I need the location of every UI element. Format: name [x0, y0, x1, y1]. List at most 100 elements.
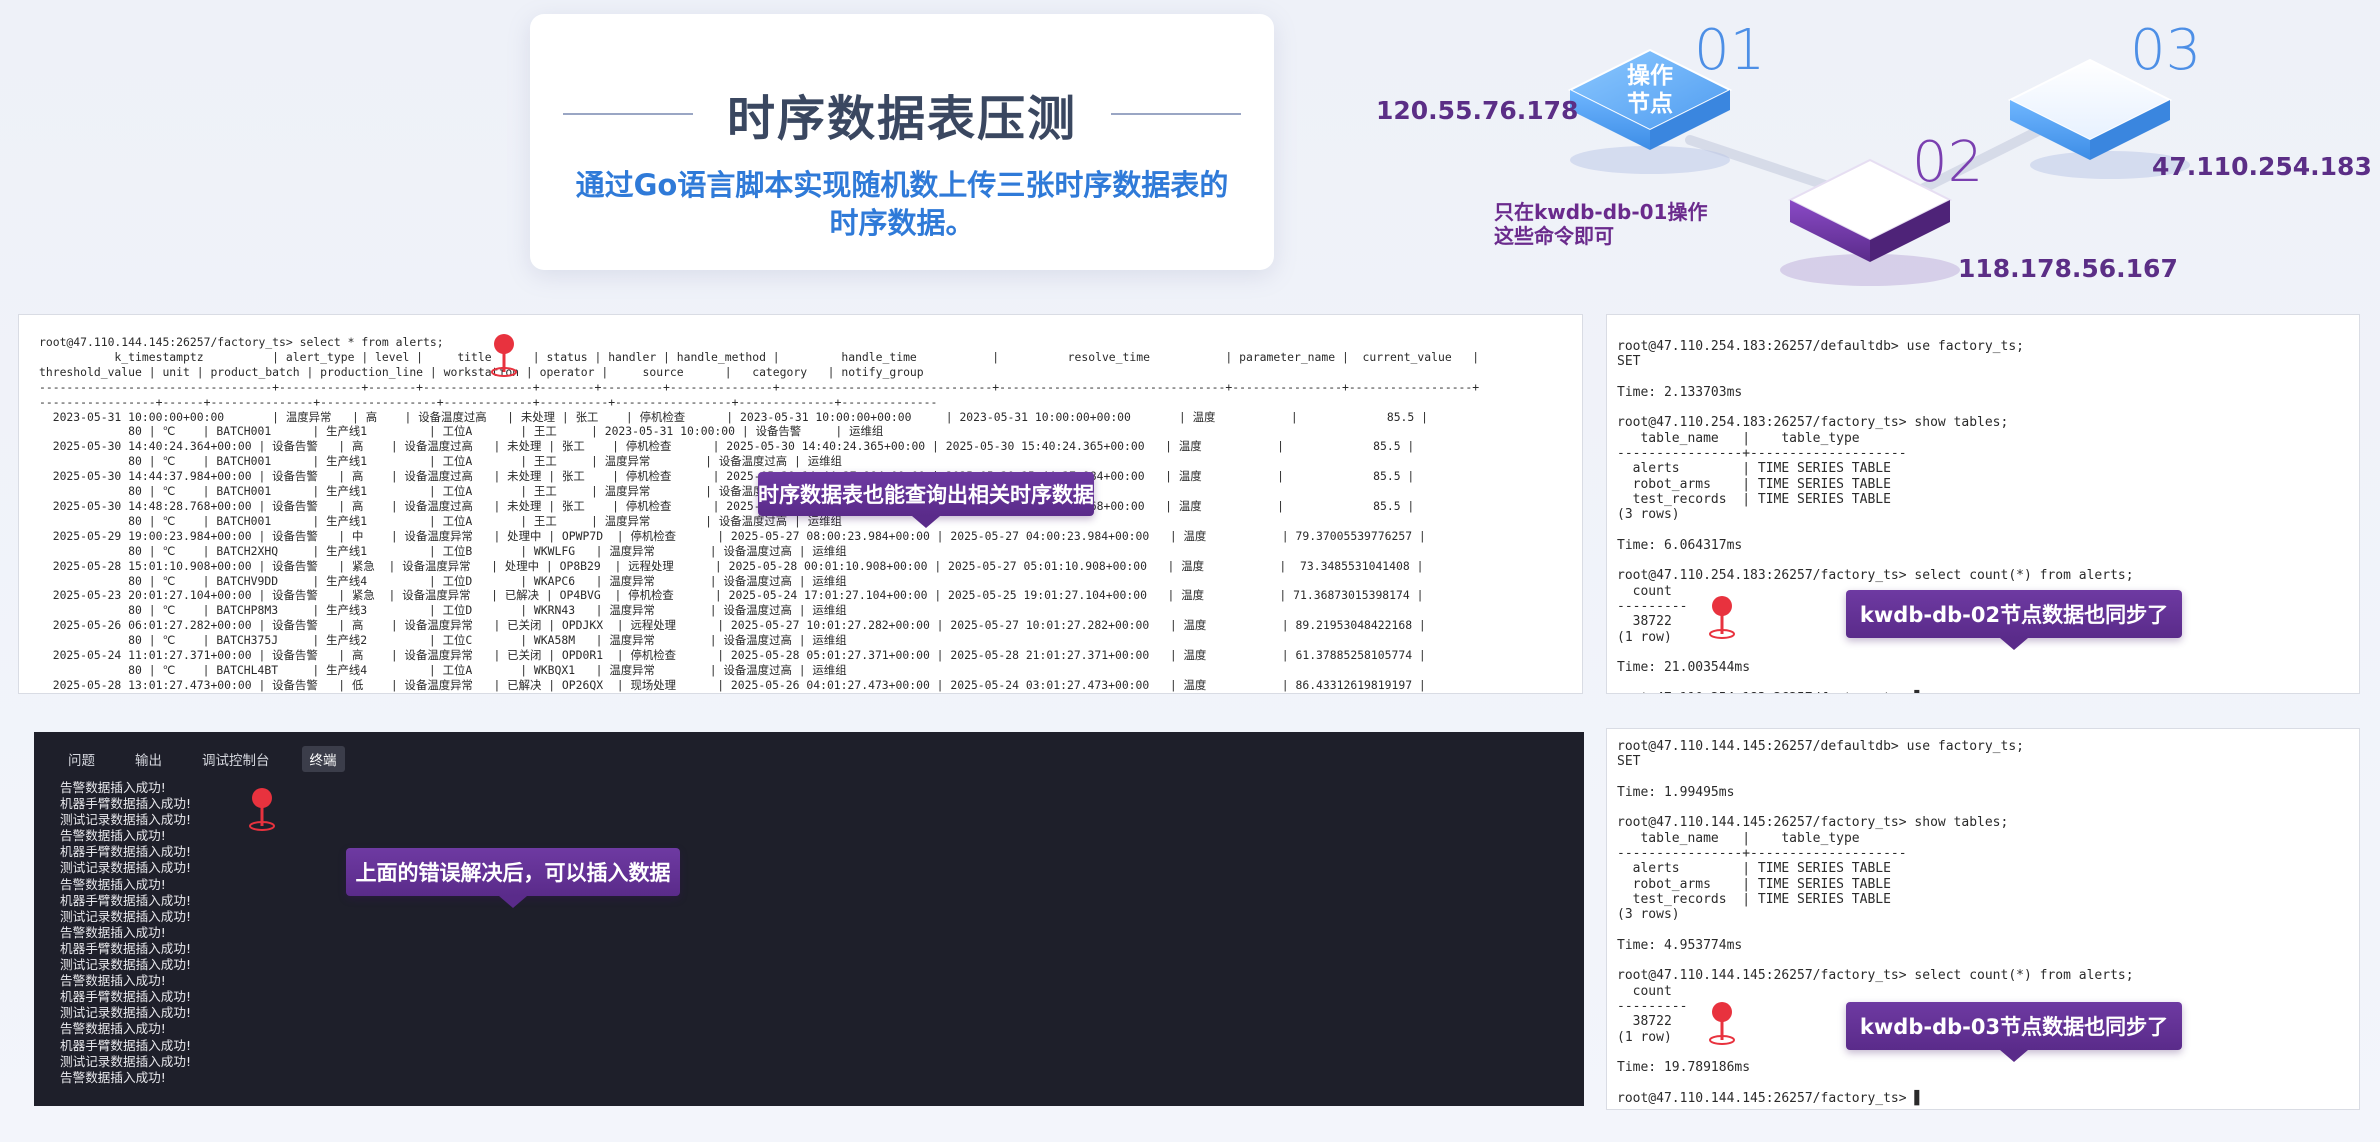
alerts-terminal-line: 2025-05-26 06:01:27.282+00:00 | 设备告警 | 高…	[39, 618, 1426, 633]
node-01-note: 只在kwdb-db-01操作 这些命令即可	[1494, 200, 1707, 248]
node03-terminal-line: table_name | table_type	[1617, 830, 1860, 846]
node03-terminal-line: count	[1617, 983, 1672, 999]
alerts-terminal-line: 80 | ℃ | BATCHV9DD | 生产线4 | 工位D | WKAPC6…	[39, 573, 847, 588]
insert-log-line: 测试记录数据插入成功!	[60, 812, 191, 828]
insert-log-line: 测试记录数据插入成功!	[60, 908, 191, 924]
page-subtitle: 通过Go语言脚本实现随机数上传三张时序数据表的时序数据。	[575, 168, 1229, 240]
node03-terminal-line: Time: 4.953774ms	[1617, 937, 1743, 953]
cluster-topology: 01 02 03 操作 节点 120.55.76.178 118.178.56.…	[1330, 0, 2380, 300]
node02-terminal-line	[1617, 370, 2359, 385]
node-02-number: 02	[1912, 130, 1984, 195]
node02-terminal-line: alerts | TIME SERIES TABLE	[1617, 461, 1891, 477]
node02-terminal-line: root@47.110.254.183:26257/factory_ts> sh…	[1617, 415, 2009, 431]
node02-terminal-line: root@47.110.254.183:26257/factory_ts> ▋	[1617, 691, 2359, 693]
node03-terminal[interactable]: root@47.110.144.145:26257/defaultdb> use…	[1606, 728, 2360, 1110]
node-01-label-line1: 操作	[1627, 63, 1673, 89]
alerts-terminal-line: 2025-05-28 13:01:27.473+00:00 | 设备告警 | 低…	[39, 677, 1426, 692]
node02-terminal-line: test_records | TIME SERIES TABLE	[1617, 491, 1891, 507]
tab-terminal[interactable]: 终端	[301, 746, 345, 772]
node02-terminal-line: robot_arms | TIME SERIES TABLE	[1617, 476, 1891, 492]
node-01-label: 操作 节点	[1600, 62, 1700, 118]
insert-log-line: 测试记录数据插入成功!	[60, 1005, 191, 1021]
node02-terminal-line: SET	[1617, 354, 1641, 370]
insert-log-line: 告警数据插入成功!	[60, 828, 166, 844]
node02-terminal-line: (3 rows)	[1617, 507, 1680, 523]
node02-terminal-line: table_name | table_type	[1617, 430, 1860, 446]
topology-graphic	[1567, 48, 2190, 286]
alerts-terminal-line: 80 | ℃ | BATCH001 | 生产线1 | 工位A | 王工 | 温度…	[39, 454, 842, 469]
panel-tabs: 问题 输出 调试控制台 终端	[60, 746, 369, 772]
alerts-terminal-line: ----------------------------------+-----…	[39, 379, 1480, 394]
node-01-ip: 120.55.76.178	[1376, 96, 1579, 125]
node02-terminal-line	[1617, 400, 2359, 415]
node02-terminal-line	[1617, 645, 2359, 660]
insert-log-line: 告警数据插入成功!	[60, 1069, 166, 1085]
node02-terminal-line: Time: 6.064317ms	[1617, 537, 1743, 553]
insert-log: 告警数据插入成功! 机器手臂数据插入成功! 测试记录数据插入成功! 告警数据插入成功!…	[60, 780, 191, 1086]
page-title: 时序数据表压测	[726, 91, 1077, 147]
node-03-number: 03	[2130, 18, 2202, 83]
node02-terminal-line: root@47.110.254.183:26257/defaultdb> use…	[1617, 339, 2024, 354]
node03-terminal-line	[1617, 1076, 2359, 1091]
insert-log-line: 机器手臂数据插入成功!	[60, 940, 191, 956]
insert-log-line: 告警数据插入成功!	[60, 876, 166, 892]
node03-terminal-line	[1617, 953, 2359, 968]
tab-problems[interactable]: 问题	[60, 746, 103, 772]
pin-marker-icon	[1709, 1002, 1735, 1045]
node03-terminal-line	[1617, 800, 2359, 815]
node02-terminal-line: root@47.110.254.183:26257/factory_ts> se…	[1617, 568, 2134, 584]
node03-terminal-line: root@47.110.144.145:26257/factory_ts> sh…	[1617, 815, 2009, 831]
node-01-number: 01	[1694, 18, 1766, 83]
tab-debug-console[interactable]: 调试控制台	[194, 746, 278, 772]
node-02-ip: 118.178.56.167	[1958, 254, 2178, 283]
pin-marker-icon	[1709, 596, 1735, 639]
node02-terminal-line	[1617, 523, 2359, 538]
insert-log-line: 告警数据插入成功!	[60, 780, 166, 795]
note-line2: 这些命令即可	[1494, 224, 1614, 248]
node03-terminal-line: Time: 19.789186ms	[1617, 1060, 1751, 1076]
alerts-terminal-line: k_timestamptz | alert_type | level | tit…	[39, 349, 1480, 364]
node03-terminal-line	[1617, 770, 2359, 785]
node02-terminal-line: ----------------+--------------------	[1617, 446, 1907, 462]
title-row: 时序数据表压测	[530, 74, 1274, 154]
insert-log-line: 告警数据插入成功!	[60, 924, 166, 940]
alerts-terminal-line: 80 | ℃ | BATCHL4BT | 生产线4 | 工位A | WKBQX1…	[39, 662, 847, 677]
alerts-terminal-line: -----------------+------+---------------…	[39, 394, 938, 409]
insert-log-line: 机器手臂数据插入成功!	[60, 989, 191, 1005]
node03-terminal-line: (3 rows)	[1617, 907, 1680, 923]
alerts-terminal-line: 80 | ℃ | BATCHP8M3 | 生产线3 | 工位D | WKRN43…	[39, 603, 847, 618]
alerts-terminal-line: 80 | ℃ | BATCH001 | 生产线1 | 工位A | 王工 | 20…	[39, 424, 884, 439]
insert-log-line: 机器手臂数据插入成功!	[60, 844, 191, 860]
pin-marker-icon	[491, 334, 517, 377]
title-card: 时序数据表压测 通过Go语言脚本实现随机数上传三张时序数据表的时序数据。	[530, 14, 1274, 270]
insert-log-line: 告警数据插入成功!	[60, 973, 166, 989]
node03-terminal-line: root@47.110.144.145:26257/defaultdb> use…	[1617, 739, 2024, 754]
node-01-label-line2: 节点	[1627, 91, 1673, 117]
tab-output[interactable]: 输出	[127, 746, 170, 772]
alerts-terminal-line: 2025-05-29 19:00:23.984+00:00 | 设备告警 | 中…	[39, 528, 1426, 543]
alerts-terminal-line: 2025-05-24 11:01:27.371+00:00 | 设备告警 | 高…	[39, 648, 1426, 663]
alerts-terminal-line: 2023-05-31 10:00:00+00:00 | 温度异常 | 高 | 设…	[39, 409, 1428, 424]
insert-log-line: 机器手臂数据插入成功!	[60, 1037, 191, 1053]
node02-terminal-line: Time: 2.133703ms	[1617, 384, 1743, 400]
pin-marker-icon	[249, 788, 275, 831]
node03-terminal-line: root@47.110.144.145:26257/factory_ts> ▋	[1617, 1090, 1923, 1106]
node03-terminal-line: root@47.110.144.145:26257/factory_ts> se…	[1617, 968, 2134, 984]
alerts-terminal-line: 2025-05-23 20:01:27.104+00:00 | 设备告警 | 紧…	[39, 588, 1424, 603]
insert-log-line: 机器手臂数据插入成功!	[60, 892, 191, 908]
callout-sync-03: kwdb-db-03节点数据也同步了	[1846, 1002, 2182, 1062]
insert-log-line: 告警数据插入成功!	[60, 1021, 166, 1037]
alerts-terminal-line: 2025-05-30 14:40:24.364+00:00 | 设备告警 | 高…	[39, 439, 1415, 454]
alerts-terminal-line: 80 | ℃ | BATCH375J | 生产线2 | 工位C | WKA58M…	[39, 633, 847, 648]
alerts-terminal-line: threshold_value | unit | product_batch |…	[39, 364, 924, 379]
insert-log-line: 机器手臂数据插入成功!	[60, 796, 191, 812]
alerts-terminal-line: 2025-05-28 15:01:10.908+00:00 | 设备告警 | 紧…	[39, 558, 1424, 573]
node03-terminal-line: Time: 1.99495ms	[1617, 784, 1735, 800]
node03-terminal-line: robot_arms | TIME SERIES TABLE	[1617, 876, 1891, 892]
node-03-ip: 47.110.254.183	[2152, 152, 2372, 181]
callout-sync-02: kwdb-db-02节点数据也同步了	[1846, 590, 2182, 650]
title-line-left	[562, 113, 693, 115]
alerts-terminal-line: root@47.110.144.145:26257/factory_ts> se…	[39, 335, 444, 349]
node03-terminal-line: SET	[1617, 754, 1641, 770]
node02-terminal-line	[1617, 676, 2359, 691]
